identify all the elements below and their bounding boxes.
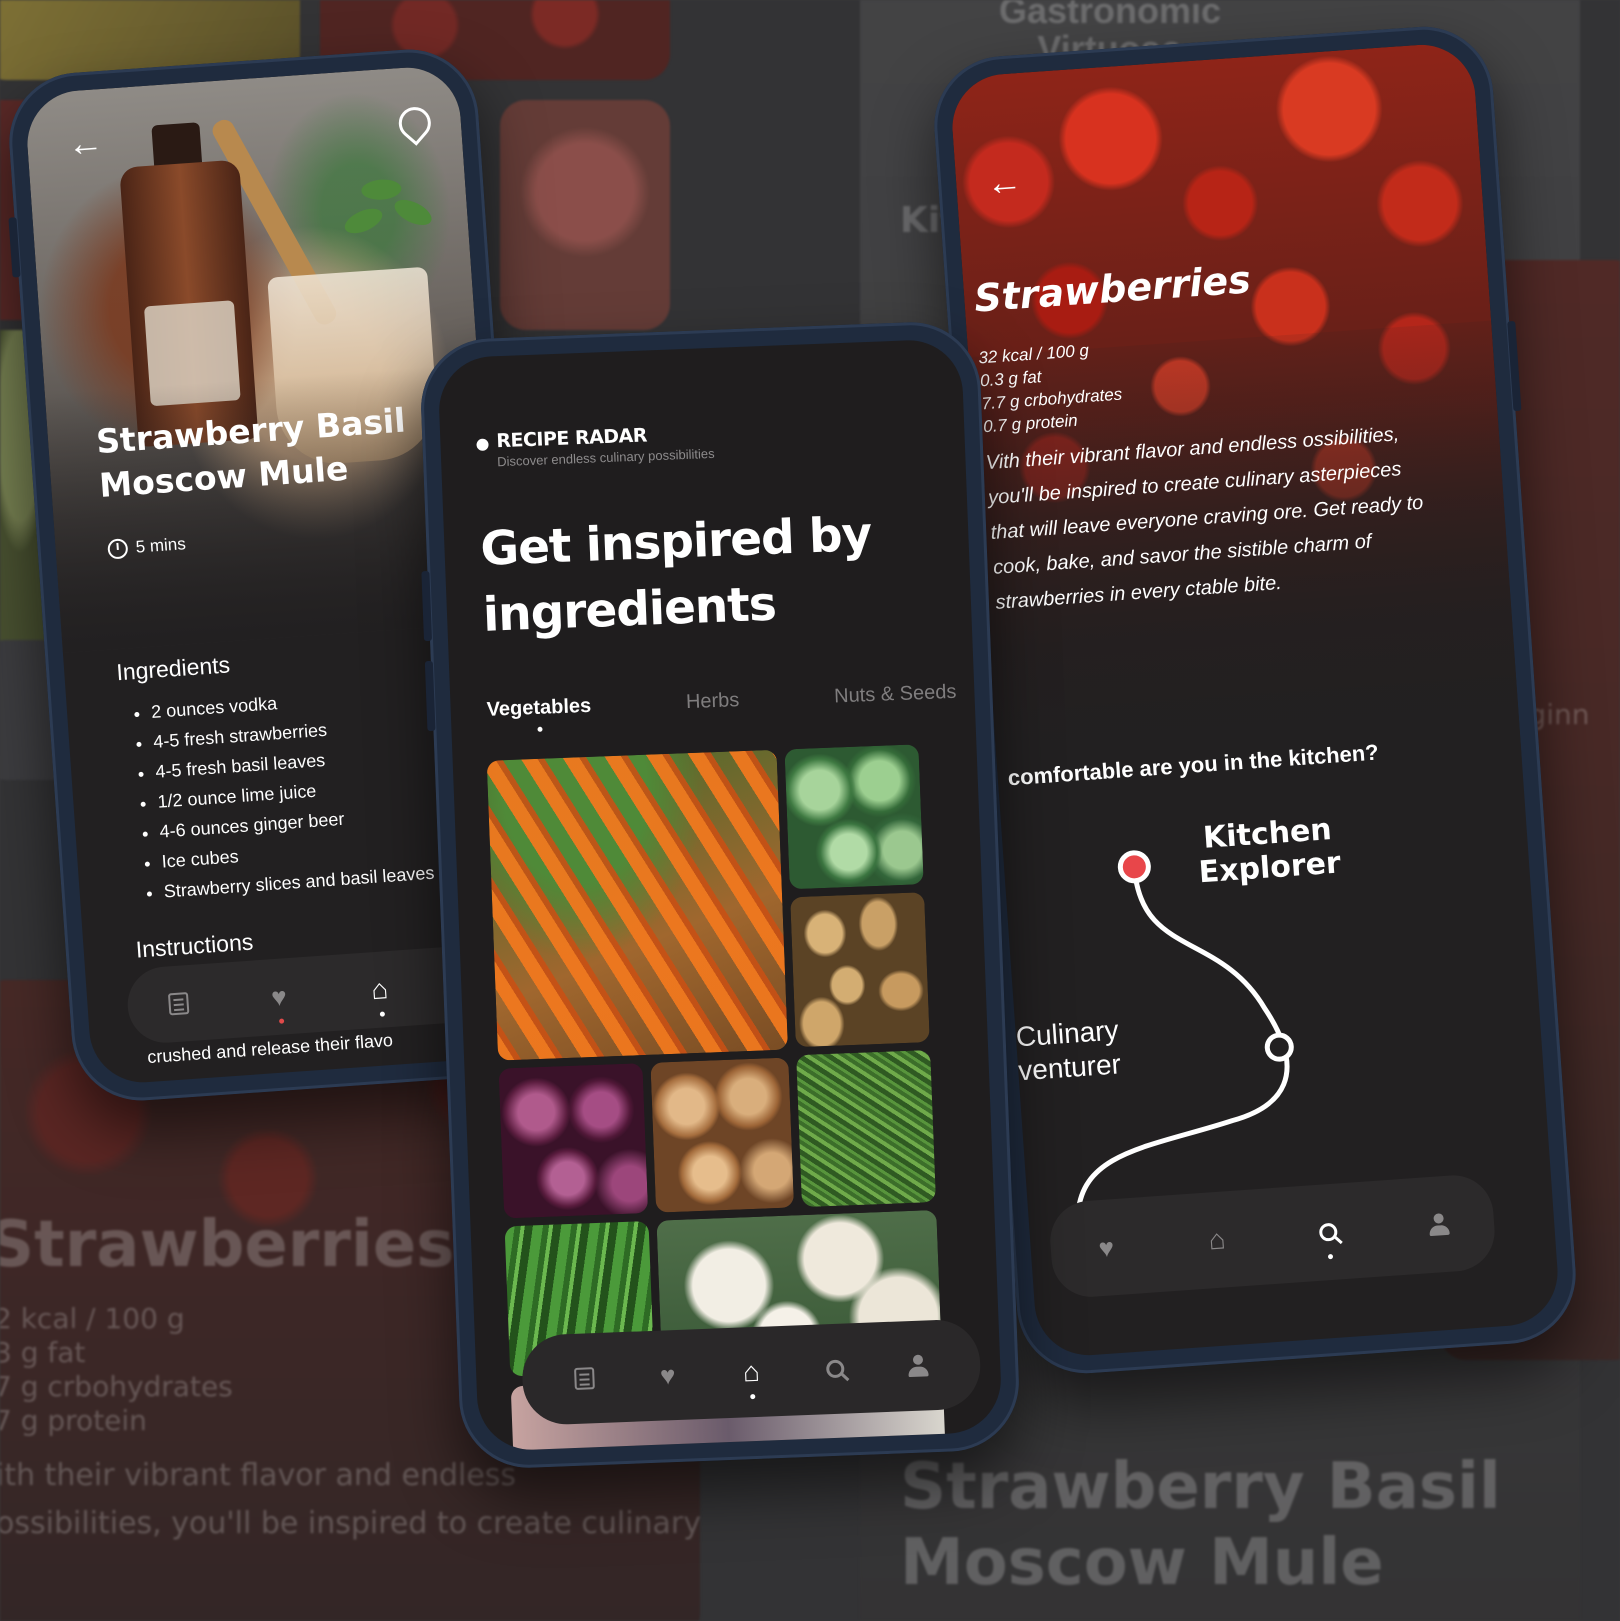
bg-nutrition-1: 3 g fat (0, 1336, 86, 1369)
back-arrow-icon[interactable]: ← (985, 160, 1024, 203)
mint-leaf (341, 203, 386, 239)
heart-icon[interactable]: ♥ (1090, 1232, 1122, 1264)
skill-node-selected[interactable] (1117, 850, 1151, 884)
bg-title-mule-1: Moscow Mule (900, 1526, 1384, 1600)
bg-title-strawberries: Strawberries (0, 1208, 455, 1282)
mint-leaf (390, 194, 436, 231)
instructions-heading: Instructions (134, 928, 255, 963)
level-kitchen-explorer[interactable]: Kitchen Explorer (1191, 812, 1345, 890)
app-brand: RECIPE RADAR Discover endless culinary p… (476, 422, 715, 470)
side-button (421, 570, 433, 642)
ingredient-tile-green-beans[interactable] (796, 1050, 936, 1208)
heart-icon[interactable]: ♥ (652, 1360, 683, 1391)
user-icon[interactable] (903, 1350, 934, 1381)
ingredient-tile-cabbage[interactable] (784, 744, 924, 890)
nav-indicator (1327, 1253, 1333, 1260)
bg-nutrition-3: 7 g protein (0, 1404, 147, 1437)
ingredient-tile-potatoes[interactable] (790, 892, 930, 1048)
prep-time-label: 5 mins (135, 534, 187, 557)
list-icon[interactable] (569, 1363, 600, 1394)
mint-leaf (360, 178, 403, 202)
list-icon[interactable] (162, 988, 194, 1020)
phone-browse-ingredients: RECIPE RADAR Discover endless culinary p… (418, 319, 1022, 1471)
search-icon[interactable] (1312, 1216, 1344, 1260)
back-arrow-icon[interactable]: ← (66, 121, 105, 164)
home-icon[interactable]: ⌂ (364, 973, 396, 1017)
home-icon[interactable]: ⌂ (1201, 1223, 1233, 1256)
level-culinary-adventurer[interactable]: Culinary venturer (1015, 1011, 1149, 1088)
bg-nutrition-0: 2 kcal / 100 g (0, 1302, 185, 1335)
user-icon[interactable] (1423, 1208, 1455, 1240)
bg-desc-1: ossibilities, you'll be inspired to crea… (0, 1506, 702, 1541)
tab-label: Vegetables (486, 694, 592, 721)
ingredient-description: Vith their vibrant flavor and endless os… (985, 423, 1424, 614)
bottom-nav: ♥ ⌂ (520, 1318, 982, 1426)
category-tabs: Vegetables Herbs Nuts & Seeds (486, 681, 957, 732)
bg-title-mule-0: Strawberry Basil (900, 1450, 1501, 1524)
bottle-label (143, 300, 241, 407)
nav-indicator (278, 1018, 284, 1024)
ingredients-list: 2 ounces vodka 4-5 fresh strawberries 4-… (126, 678, 435, 908)
browse-screen: RECIPE RADAR Discover endless culinary p… (437, 338, 1003, 1452)
home-icon[interactable]: ⌂ (736, 1356, 767, 1400)
bg-nutrition-2: 7 g crbohydrates (0, 1370, 233, 1403)
ingredient-tile-red-onions[interactable] (498, 1063, 649, 1219)
brand-logo-dot (476, 438, 489, 452)
clock-icon (107, 538, 129, 560)
search-icon[interactable] (819, 1353, 850, 1384)
ingredient-screen: ← Strawberries 32 kcal / 100 g 0.3 g fat… (948, 41, 1562, 1359)
tab-vegetables[interactable]: Vegetables (486, 694, 592, 732)
ingredients-heading: Ingredients (115, 651, 231, 686)
page-headline: Get inspired by ingredients (479, 506, 873, 643)
ingredient-tile-carrots[interactable] (486, 749, 788, 1061)
nav-indicator (750, 1394, 756, 1400)
nav-indicator (379, 1011, 385, 1017)
phone-ingredient-detail: ← Strawberries 32 kcal / 100 g 0.3 g fat… (929, 22, 1581, 1378)
side-button (424, 660, 436, 732)
tab-nuts-seeds[interactable]: Nuts & Seeds (834, 681, 957, 709)
nutrition-facts: 32 kcal / 100 g 0.3 g fat 7.7 g crbohydr… (978, 337, 1125, 439)
bg-desc-0: ith their vibrant flavor and endless (0, 1458, 517, 1493)
skill-node[interactable] (1264, 1032, 1294, 1062)
tab-herbs[interactable]: Herbs (686, 689, 740, 714)
ingredient-tile-onions[interactable] (650, 1057, 795, 1213)
tab-indicator (537, 726, 543, 732)
heart-icon[interactable]: ♥ (263, 981, 295, 1024)
